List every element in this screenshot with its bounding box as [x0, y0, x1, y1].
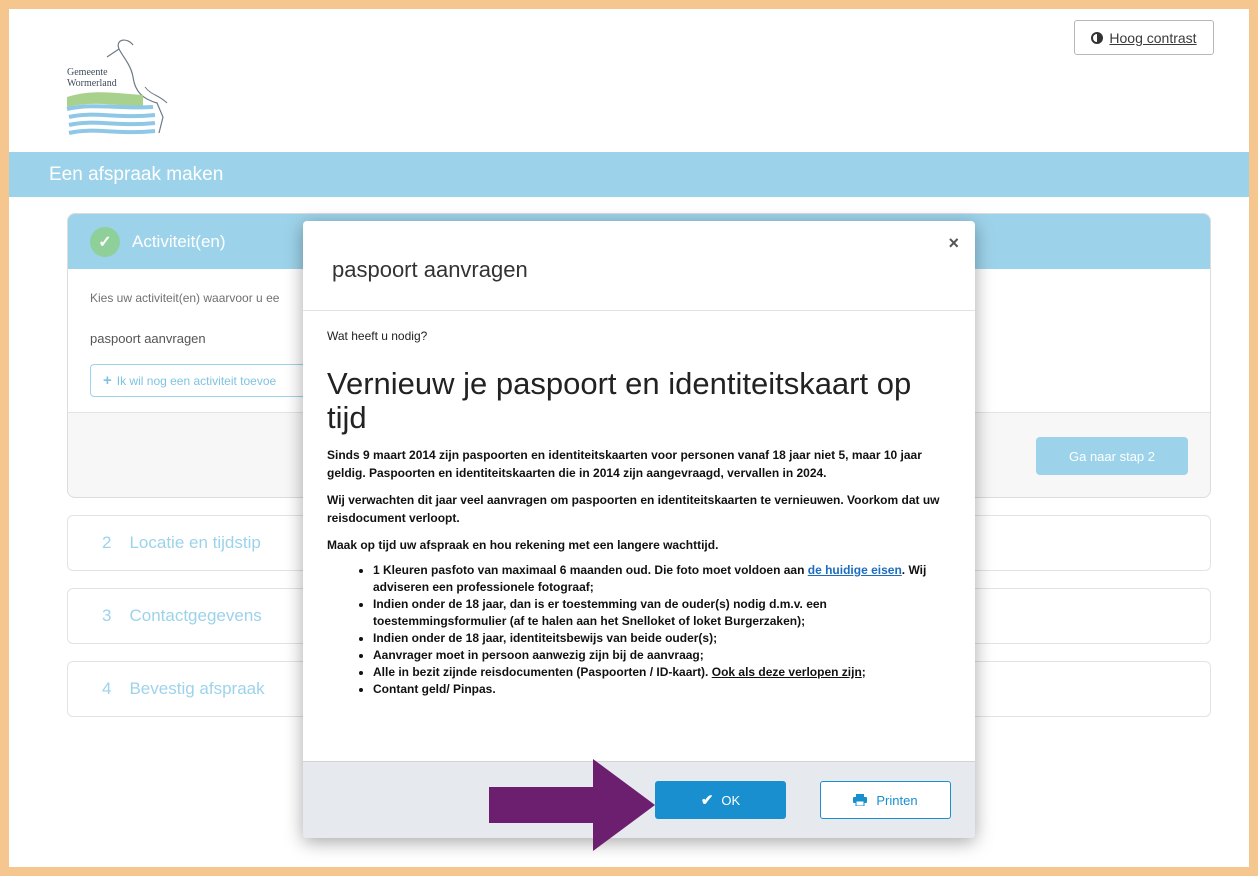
list-item: Indien onder de 18 jaar, dan is er toest… — [373, 596, 951, 630]
logo-text-line1: Gemeente — [67, 67, 108, 78]
printer-icon — [853, 794, 868, 806]
list-item: Contant geld/ Pinpas. — [373, 681, 951, 698]
list-item-underlined: Ook als deze verlopen zijn — [711, 665, 862, 679]
print-label: Printen — [876, 792, 918, 808]
page-frame: Gemeente Wormerland Hoog contrast Een af… — [9, 9, 1249, 867]
annotation-arrow-icon — [489, 759, 655, 851]
ok-label: OK — [721, 792, 741, 808]
step-label: Locatie en tijdstip — [129, 533, 261, 552]
checkmark-icon: ✔ — [700, 792, 714, 809]
modal-paragraph: Wij verwachten dit jaar veel aanvragen o… — [327, 493, 940, 525]
step-number: 4 — [102, 679, 112, 698]
close-icon[interactable]: × — [948, 233, 959, 254]
list-item: Alle in bezit zijnde reisdocumenten (Pas… — [373, 664, 951, 681]
municipality-logo[interactable]: Gemeente Wormerland — [63, 37, 193, 149]
plus-icon: + — [103, 372, 112, 389]
page-title: Een afspraak maken — [9, 152, 1249, 197]
requirements-list: 1 Kleuren pasfoto van maximaal 6 maanden… — [327, 562, 951, 698]
list-item-text: 1 Kleuren pasfoto van maximaal 6 maanden… — [373, 563, 808, 577]
list-item: Aanvrager moet in persoon aanwezig zijn … — [373, 647, 951, 664]
modal-body: Wat heeft u nodig? Vernieuw je paspoort … — [303, 311, 975, 698]
contrast-icon — [1091, 31, 1104, 44]
step-label: Bevestig afspraak — [129, 679, 265, 698]
check-circle-icon: ✓ — [90, 226, 120, 257]
print-button[interactable]: Printen — [820, 781, 951, 819]
high-contrast-label: Hoog contrast — [1109, 29, 1197, 46]
modal-heading: Vernieuw je paspoort en identiteitskaart… — [327, 366, 912, 435]
requirements-link[interactable]: de huidige eisen — [808, 563, 902, 577]
list-item-text: Alle in bezit zijnde reisdocumenten (Pas… — [373, 665, 712, 679]
list-item: Indien onder de 18 jaar, identiteitsbewi… — [373, 630, 951, 647]
modal-paragraph: Sinds 9 maart 2014 zijn paspoorten en id… — [327, 448, 922, 480]
modal-question: Wat heeft u nodig? — [327, 329, 428, 343]
ok-button[interactable]: ✔ OK — [655, 781, 786, 819]
list-item: 1 Kleuren pasfoto van maximaal 6 maanden… — [373, 562, 951, 596]
heron-logo-graphic — [66, 39, 168, 135]
modal-paragraph: Maak op tijd uw afspraak en hou rekening… — [327, 538, 719, 552]
step-label: Contactgegevens — [129, 606, 262, 625]
step-number: 3 — [102, 606, 112, 625]
next-step-button[interactable]: Ga naar stap 2 — [1036, 437, 1188, 475]
logo-text: Gemeente Wormerland — [67, 67, 117, 89]
logo-text-line2: Wormerland — [67, 78, 117, 89]
step-number: 2 — [102, 533, 112, 552]
add-activity-label: Ik wil nog een activiteit toevoe — [116, 373, 277, 388]
high-contrast-button[interactable]: Hoog contrast — [1074, 20, 1214, 55]
list-item-text: ; — [861, 665, 866, 679]
info-modal: paspoort aanvragen × Wat heeft u nodig? … — [303, 221, 975, 838]
modal-title: paspoort aanvragen — [332, 257, 528, 282]
step1-title: Activiteit(en) — [132, 231, 226, 251]
modal-header: paspoort aanvragen × — [303, 221, 975, 311]
